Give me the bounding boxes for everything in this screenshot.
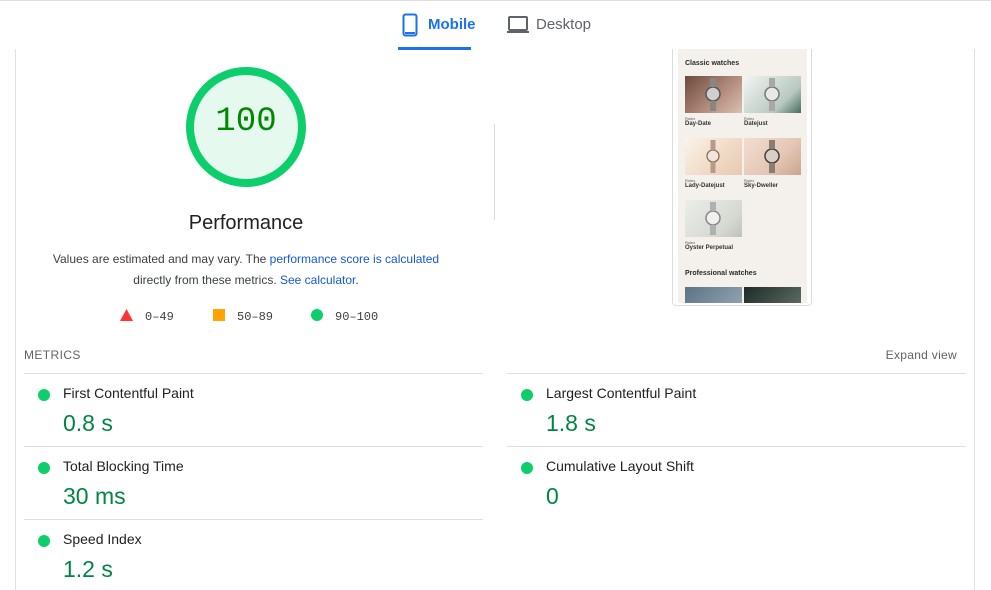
legend-fail: 0–49	[120, 309, 174, 325]
metric-cumulative-layout-shift: Cumulative Layout Shift 0	[507, 446, 966, 519]
device-tabs: Mobile Desktop	[0, 0, 991, 50]
metric-largest-contentful-paint: Largest Contentful Paint 1.8 s	[507, 373, 966, 446]
pass-circle-icon	[38, 462, 50, 474]
watch-name: Oyster Perpetual	[685, 245, 734, 251]
tab-desktop-label: Desktop	[536, 16, 592, 33]
legend-fail-range: 0–49	[145, 310, 174, 324]
legend-pass: 90–100	[311, 309, 378, 325]
metric-label: Cumulative Layout Shift	[546, 458, 694, 474]
expand-view-button[interactable]: Expand view	[886, 348, 957, 362]
watch-name: Day-Date	[685, 121, 712, 127]
professional-watches-heading: Professional watches	[685, 270, 757, 277]
metric-label: Total Blocking Time	[63, 458, 184, 474]
performance-description: Values are estimated and may vary. The p…	[40, 249, 452, 291]
tab-mobile-label: Mobile	[428, 16, 476, 33]
metric-value: 0.8 s	[63, 410, 113, 436]
page-screenshot-preview: Classic watches Rolex Day-Date Rolex Dat…	[672, 49, 812, 306]
metric-value: 30 ms	[63, 483, 126, 509]
pass-circle-icon	[521, 389, 533, 401]
pass-circle-icon	[311, 309, 323, 325]
see-calculator-link[interactable]: See calculator	[280, 273, 355, 287]
metric-speed-index: Speed Index 1.2 s	[24, 519, 483, 590]
watch-image-lady-datejust	[685, 138, 742, 175]
metric-first-contentful-paint: First Contentful Paint 0.8 s	[24, 373, 483, 446]
laptop-icon	[506, 13, 530, 37]
performance-title: Performance	[188, 212, 304, 234]
tab-mobile[interactable]: Mobile	[398, 13, 476, 50]
watch-image-professional-2	[744, 287, 801, 303]
tab-desktop[interactable]: Desktop	[506, 13, 606, 50]
metric-value: 0	[546, 483, 559, 509]
watch-image-datejust	[744, 76, 801, 113]
metric-value: 1.2 s	[63, 556, 113, 582]
pass-circle-icon	[38, 535, 50, 547]
screenshot-content: Classic watches Rolex Day-Date Rolex Dat…	[678, 49, 807, 303]
pass-circle-icon	[521, 462, 533, 474]
legend-average-range: 50–89	[237, 310, 274, 324]
desc-text: Values are estimated and may vary. The	[52, 252, 270, 266]
watch-name: Lady-Datejust	[685, 183, 725, 189]
watch-name: Datejust	[744, 121, 768, 127]
desc-suffix: .	[355, 273, 359, 287]
metric-label: First Contentful Paint	[63, 385, 194, 401]
watch-name: Sky-Dweller	[744, 183, 779, 189]
fail-triangle-icon	[120, 309, 133, 325]
watch-image-oyster-perpetual	[685, 200, 742, 237]
metric-label: Largest Contentful Paint	[546, 385, 697, 401]
legend-average: 50–89	[213, 309, 273, 325]
pass-circle-icon	[38, 389, 50, 401]
section-divider	[494, 124, 495, 220]
metric-value: 1.8 s	[546, 410, 596, 436]
watch-image-day-date	[685, 76, 742, 113]
classic-watches-heading: Classic watches	[685, 60, 740, 67]
watch-image-sky-dweller	[744, 138, 801, 175]
desc-text-2: directly from these metrics.	[133, 273, 280, 287]
score-calculation-link[interactable]: performance score is calculated	[270, 252, 439, 266]
performance-score: 100	[215, 103, 277, 141]
metric-label: Speed Index	[63, 531, 142, 547]
metric-total-blocking-time: Total Blocking Time 30 ms	[24, 446, 483, 519]
legend-pass-range: 90–100	[335, 310, 379, 324]
average-square-icon	[213, 309, 225, 325]
smartphone-icon	[398, 13, 422, 37]
watch-image-professional-1	[685, 287, 742, 303]
metrics-heading: METRICS	[24, 348, 81, 362]
